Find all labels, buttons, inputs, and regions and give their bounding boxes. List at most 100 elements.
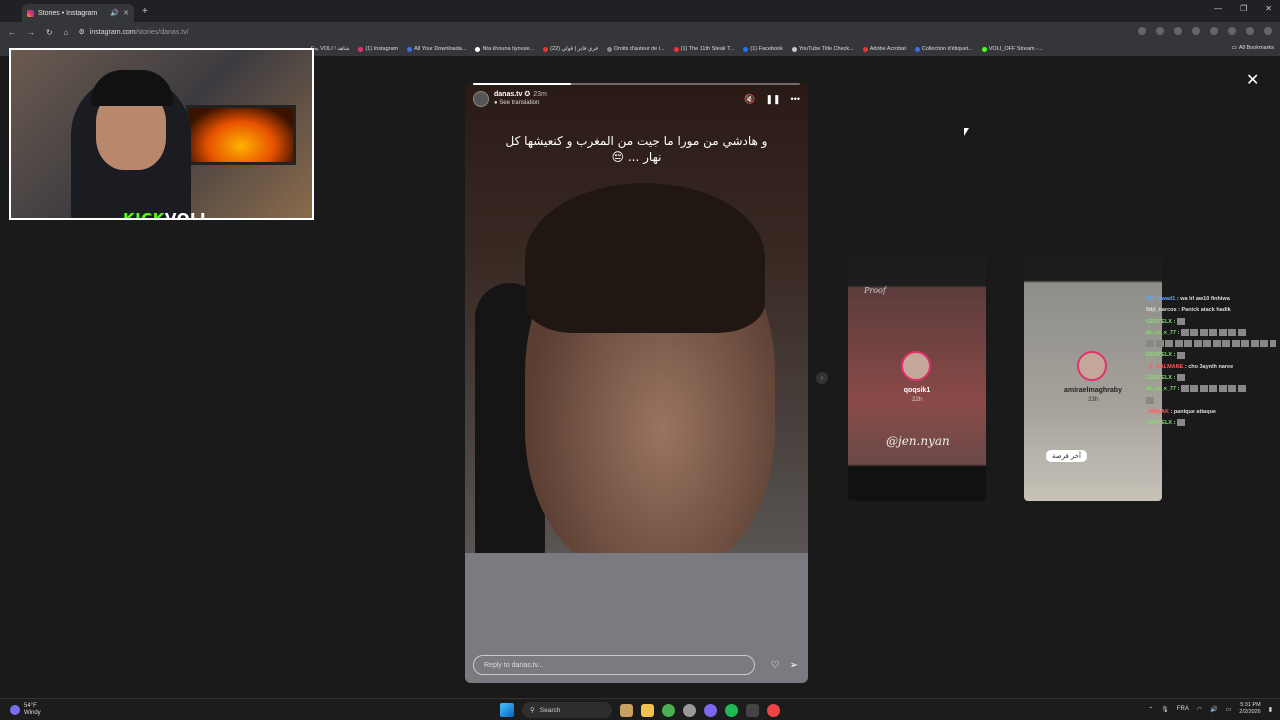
reply-input[interactable]: Reply to danas.tv...	[473, 655, 755, 675]
bookmark-item[interactable]: Droits d'auteur de l...	[607, 46, 665, 52]
bookmark-item[interactable]: Nta khouna tiyouse...	[475, 46, 534, 52]
story-preview-qoqsik1[interactable]: Proof qoqsik1 22h @jen.nyan	[848, 256, 986, 501]
spotify-icon[interactable]	[725, 703, 738, 717]
bookmark-item[interactable]: YouTube Title Check...	[791, 46, 854, 52]
emote-icon	[1199, 385, 1208, 393]
emote-icon	[1209, 385, 1218, 393]
home-button[interactable]: ⌂	[64, 28, 69, 37]
bookmark-item[interactable]: VOLI_OFF Stream -...	[981, 46, 1043, 52]
chrome-icon[interactable]	[662, 703, 675, 717]
site-info-icon[interactable]: ⚙	[79, 28, 85, 36]
forward-button[interactable]: →	[27, 28, 35, 37]
reload-button[interactable]: ↻	[46, 28, 53, 37]
mute-icon[interactable]: 🔇	[744, 94, 755, 105]
extension-icon[interactable]	[1192, 27, 1200, 35]
preview-time: 22h	[911, 397, 922, 403]
chrome-icon[interactable]	[767, 703, 780, 717]
chat-username: GENTELX	[1146, 420, 1172, 427]
taskbar-app-icon[interactable]	[683, 703, 696, 717]
battery-icon[interactable]: ▭	[1226, 706, 1232, 713]
extension-icon[interactable]	[1210, 27, 1218, 35]
chat-username: GENTELX	[1146, 318, 1172, 325]
emote-icon	[1180, 385, 1189, 393]
preview-time: 23h	[1087, 397, 1098, 403]
story-preview-amiraelmaghraby[interactable]: amiraelmaghraby 23h آخر فرصة	[1024, 256, 1162, 501]
emote-icon	[1237, 385, 1246, 393]
story-time: 23m	[533, 91, 547, 98]
verified-icon: ✪	[524, 91, 531, 98]
cast-icon[interactable]	[1138, 27, 1146, 35]
chat-message: GENTELX :	[1146, 418, 1276, 429]
bookmark-item[interactable]: All Your Downloada...	[407, 46, 466, 52]
send-icon[interactable]: ➢	[790, 660, 798, 671]
chevron-up-icon[interactable]: ⌃	[1148, 706, 1153, 713]
microphone-icon[interactable]: 🎙	[1161, 706, 1169, 713]
emote-icon	[1231, 340, 1240, 348]
speaker-icon[interactable]: 🔊	[110, 9, 119, 17]
clock[interactable]: 5:31 PM 2/2/2026	[1239, 702, 1260, 716]
restore-button[interactable]: ❐	[1240, 4, 1247, 13]
taskbar-app-icon[interactable]	[620, 703, 633, 717]
story-caption: و هادشي من مورا ما جيت من المغرب و كنعيش…	[505, 134, 768, 164]
extension-icon[interactable]	[1228, 27, 1236, 35]
story-progress-fill	[473, 83, 572, 85]
new-tab-button[interactable]: +	[142, 6, 148, 17]
volume-icon[interactable]: 🔊	[1210, 706, 1217, 713]
mouse-cursor-icon	[964, 128, 969, 136]
bookmark-item[interactable]: Adobe Acrobat	[862, 46, 906, 52]
story-viewer[interactable]: danas.tv ✪ 23m ● See translation 🔇 ❚❚ •••…	[465, 83, 808, 683]
extension-icon[interactable]	[1174, 27, 1182, 35]
taskbar-app-icon[interactable]	[746, 703, 759, 717]
person-hair-image	[525, 183, 765, 333]
pause-icon[interactable]: ❚❚	[765, 94, 780, 105]
weather-widget[interactable]: 54°F Windy	[10, 703, 41, 717]
story-username[interactable]: danas.tv	[494, 91, 522, 98]
taskbar-search[interactable]: ⚲ Search	[522, 702, 612, 718]
bookmark-item[interactable]: (22) فري فاير | قولي	[543, 46, 598, 52]
wifi-icon[interactable]: ◠	[1197, 706, 1202, 713]
window-controls: — ❐ ✕	[1214, 4, 1272, 13]
bookmark-item[interactable]: (1) The 11th Steak T...	[673, 46, 734, 52]
close-tab-icon[interactable]: ✕	[123, 9, 129, 17]
chat-text: Panick atack hadik	[1181, 307, 1231, 314]
emote-icon	[1146, 396, 1154, 404]
file-explorer-icon[interactable]	[641, 703, 654, 717]
preview-username: qoqsik1	[903, 387, 931, 394]
chat-message: 0dji_narcos : Panick atack hadik	[1146, 307, 1231, 314]
back-button[interactable]: ←	[8, 28, 16, 37]
chat-text: panique attaque	[1173, 408, 1216, 415]
star-bookmark-icon[interactable]	[1156, 27, 1164, 35]
emote-icon	[1174, 340, 1183, 348]
tab-bar: Stories • Instagram 🔊 ✕ + — ❐ ✕	[0, 0, 1280, 22]
notifications-icon[interactable]: ▮	[1269, 706, 1272, 713]
taskbar-app-icon[interactable]	[704, 703, 717, 717]
close-stories-icon[interactable]: ✕	[1246, 70, 1259, 90]
url-field[interactable]: ⚙ instagram.com/stories/danas.tv/	[79, 28, 189, 37]
heart-icon[interactable]: ♡	[771, 660, 780, 671]
all-bookmarks[interactable]: ▭ All Bookmarks	[1232, 45, 1274, 51]
more-options-icon[interactable]: •••	[791, 94, 800, 105]
minimize-button[interactable]: —	[1214, 4, 1222, 13]
emote-icon	[1180, 328, 1189, 336]
puzzle-extensions-icon[interactable]	[1246, 27, 1254, 35]
avatar[interactable]	[473, 91, 489, 107]
bookmark-item[interactable]: Collection d'étiquet...	[914, 46, 973, 52]
chat-username: _A_SALMANE	[1146, 363, 1184, 370]
bookmark-item[interactable]: (1) Facebook	[743, 46, 783, 52]
see-translation-link[interactable]: ● See translation	[494, 99, 547, 108]
language-indicator[interactable]: FRA	[1177, 706, 1189, 712]
start-button[interactable]	[500, 703, 514, 717]
bookmark-item[interactable]: (1) Instagram	[358, 46, 398, 52]
chat-message: _A_SALMANE : cho 3aynih naree	[1146, 363, 1234, 370]
tab-instagram-stories[interactable]: Stories • Instagram 🔊 ✕	[22, 4, 134, 22]
emote-icon	[1218, 385, 1227, 393]
next-story-arrow-icon[interactable]: ›	[816, 372, 828, 384]
emote-icon	[1199, 328, 1208, 336]
story-progress-bar	[473, 83, 800, 85]
close-window-button[interactable]: ✕	[1265, 4, 1272, 13]
menu-icon[interactable]	[1264, 27, 1272, 35]
chat-username: do_ni_x_77	[1146, 329, 1176, 336]
emote-icon	[1203, 340, 1211, 348]
emote-icon	[1269, 340, 1276, 348]
emote-icon	[1176, 317, 1185, 325]
